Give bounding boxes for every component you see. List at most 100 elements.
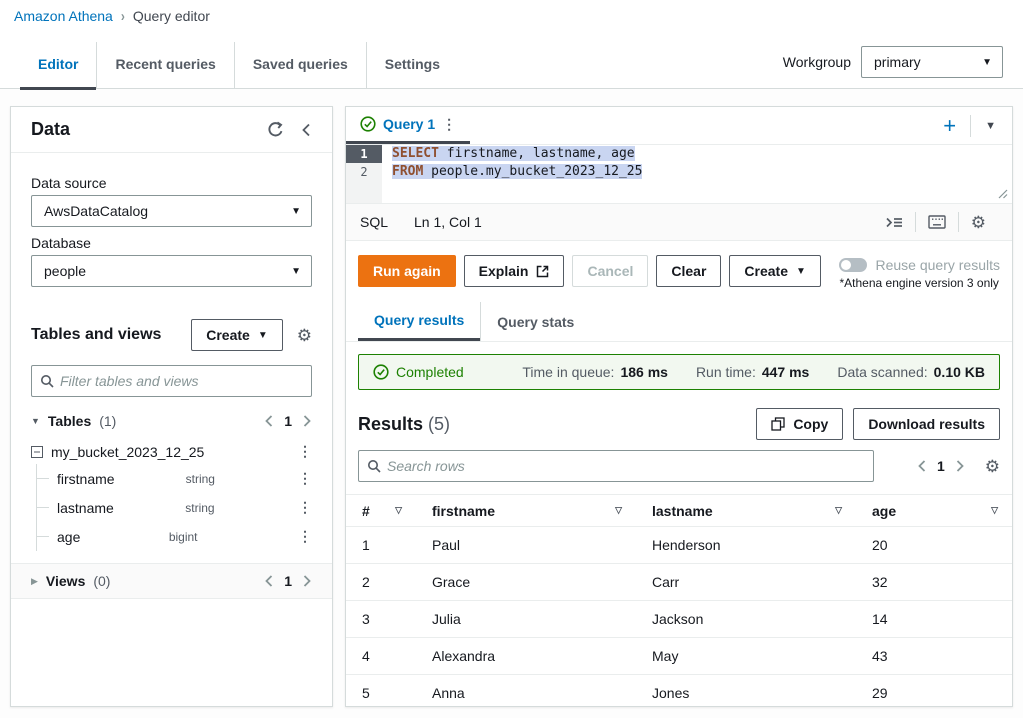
cell-age: 14 — [856, 611, 1012, 627]
code-line-1: SELECT firstname, lastname, age — [392, 145, 1012, 163]
column-name: age — [57, 529, 80, 545]
column-name: lastname — [57, 500, 114, 516]
collapse-minus-box-icon[interactable] — [31, 446, 43, 458]
views-prev-page-icon[interactable] — [264, 575, 274, 587]
column-kebab-menu-icon[interactable]: ⋮ — [298, 470, 312, 487]
results-settings-gear-icon[interactable]: ⚙ — [985, 458, 1000, 475]
table-kebab-menu-icon[interactable]: ⋮ — [298, 443, 312, 460]
header-cell-index[interactable]: # ▽ — [346, 503, 416, 519]
download-results-button[interactable]: Download results — [853, 408, 1000, 440]
line-number: 2 — [346, 163, 382, 181]
data-panel: Data Data source AwsDataCatalog — [10, 106, 333, 707]
editor-settings-gear-icon[interactable]: ⚙ — [959, 214, 998, 231]
expand-tables-icon[interactable]: ▼ — [31, 416, 40, 426]
filter-tables-searchbox — [31, 365, 312, 397]
tab-settings[interactable]: Settings — [366, 42, 458, 88]
header-cell-lastname[interactable]: lastname ▽ — [636, 503, 856, 519]
collapse-panel-icon[interactable] — [300, 123, 312, 137]
tab-recent-queries[interactable]: Recent queries — [96, 42, 233, 88]
chevron-down-icon: ▼ — [258, 330, 268, 341]
views-next-page-icon[interactable] — [302, 575, 312, 587]
keyboard-shortcuts-icon[interactable] — [916, 215, 958, 229]
results-page-number[interactable]: 1 — [937, 458, 945, 474]
status-label: Completed — [396, 364, 464, 380]
explain-label: Explain — [479, 263, 529, 279]
tab-list-dropdown-icon[interactable]: ▼ — [985, 120, 996, 132]
reuse-results-label: Reuse query results — [875, 257, 1000, 273]
results-prev-page-icon[interactable] — [917, 460, 927, 472]
editor-resize-handle-icon[interactable] — [998, 189, 1008, 199]
clear-button[interactable]: Clear — [656, 255, 721, 287]
run-time-label: Run time: — [696, 364, 756, 380]
header-label: firstname — [432, 503, 495, 519]
cell-age: 29 — [856, 685, 1012, 701]
tab-query-stats[interactable]: Query stats — [480, 302, 590, 341]
tables-label: Tables — [48, 413, 91, 429]
top-tab-bar: Editor Recent queries Saved queries Sett… — [0, 32, 1023, 89]
tables-views-title: Tables and views — [31, 326, 161, 344]
external-link-icon — [536, 265, 549, 278]
tables-settings-gear-icon[interactable]: ⚙ — [297, 327, 312, 344]
results-title: Results — [358, 414, 423, 435]
results-next-page-icon[interactable] — [955, 460, 965, 472]
refresh-icon[interactable] — [267, 121, 284, 138]
header-cell-firstname[interactable]: firstname ▽ — [416, 503, 636, 519]
copy-button[interactable]: Copy — [756, 408, 843, 440]
new-query-tab-icon[interactable]: + — [943, 115, 956, 137]
data-source-select[interactable]: AwsDataCatalog ▼ — [31, 195, 312, 227]
line-number: 1 — [346, 145, 382, 163]
cell-lastname: May — [636, 648, 856, 664]
format-query-icon[interactable] — [873, 215, 915, 230]
sort-icon[interactable]: ▽ — [395, 505, 402, 516]
sort-icon[interactable]: ▽ — [991, 505, 998, 516]
explain-button[interactable]: Explain — [464, 255, 565, 287]
header-label: age — [872, 503, 896, 519]
search-rows-box — [358, 450, 874, 482]
create-dropdown-button[interactable]: Create ▼ — [729, 255, 821, 287]
results-search-row: 1 ⚙ — [346, 450, 1012, 494]
sort-icon[interactable]: ▽ — [835, 505, 842, 516]
database-select[interactable]: people ▼ — [31, 255, 312, 287]
column-row: lastname string ⋮ — [37, 493, 312, 522]
tables-page-number[interactable]: 1 — [284, 413, 292, 429]
cancel-button[interactable]: Cancel — [572, 255, 648, 287]
data-panel-title: Data — [31, 119, 70, 140]
language-label: SQL — [360, 214, 388, 230]
header-cell-age[interactable]: age ▽ — [856, 503, 1012, 519]
query-tab[interactable]: Query 1 ⋮ — [346, 107, 470, 144]
expand-views-icon[interactable]: ▶ — [31, 576, 38, 587]
create-table-button[interactable]: Create ▼ — [191, 319, 283, 351]
results-table: # ▽ firstname ▽ lastname ▽ age ▽ 1 P — [346, 494, 1012, 706]
column-row: firstname string ⋮ — [37, 464, 312, 493]
query-tab-label: Query 1 — [383, 116, 435, 132]
reuse-results-toggle[interactable] — [839, 258, 867, 272]
tab-editor[interactable]: Editor — [20, 42, 96, 88]
header-label: lastname — [652, 503, 713, 519]
cell-index: 4 — [346, 648, 416, 664]
search-rows-input[interactable] — [387, 458, 865, 474]
run-again-button[interactable]: Run again — [358, 255, 456, 287]
sort-icon[interactable]: ▽ — [615, 505, 622, 516]
workgroup-select[interactable]: primary ▼ — [861, 46, 1003, 78]
sql-code-editor[interactable]: 1 2 SELECT firstname, lastname, age FROM… — [346, 145, 1012, 203]
table-name[interactable]: my_bucket_2023_12_25 — [51, 444, 204, 460]
breadcrumb-current: Query editor — [133, 8, 210, 24]
cell-index: 3 — [346, 611, 416, 627]
query-tab-kebab-icon[interactable]: ⋮ — [442, 116, 456, 133]
line-number-gutter: 1 2 — [346, 145, 382, 203]
filter-tables-input[interactable] — [60, 373, 303, 389]
data-source-label: Data source — [31, 175, 312, 191]
column-kebab-menu-icon[interactable]: ⋮ — [298, 528, 312, 545]
tab-query-results[interactable]: Query results — [358, 302, 480, 341]
cell-lastname: Jackson — [636, 611, 856, 627]
table-tree-item[interactable]: my_bucket_2023_12_25 ⋮ — [31, 439, 312, 464]
breadcrumb-link-athena[interactable]: Amazon Athena — [14, 8, 113, 24]
tables-next-page-icon[interactable] — [302, 415, 312, 427]
views-label: Views — [46, 573, 85, 589]
column-name: firstname — [57, 471, 115, 487]
tables-prev-page-icon[interactable] — [264, 415, 274, 427]
views-page-number[interactable]: 1 — [284, 573, 292, 589]
column-kebab-menu-icon[interactable]: ⋮ — [298, 499, 312, 516]
tab-saved-queries[interactable]: Saved queries — [234, 42, 366, 88]
table-row: 1 Paul Henderson 20 — [346, 527, 1012, 564]
